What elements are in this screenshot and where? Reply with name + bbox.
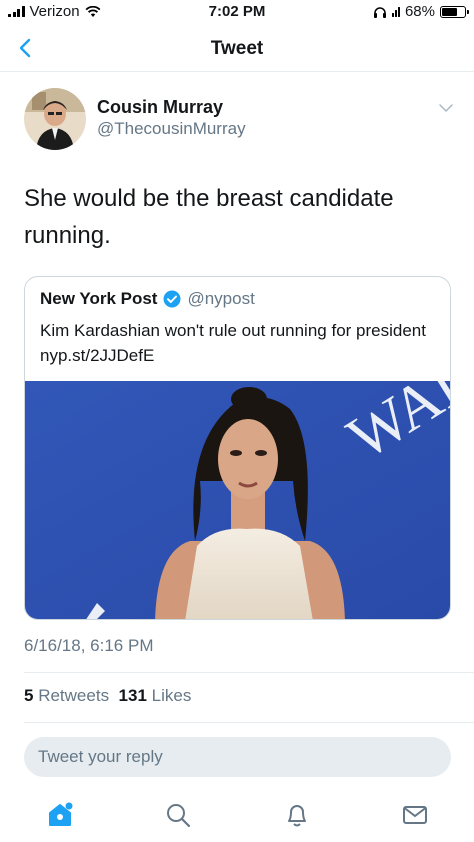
home-icon bbox=[49, 802, 73, 826]
cellular-icon bbox=[391, 6, 400, 17]
retweets-label: Retweets bbox=[38, 686, 110, 705]
divider bbox=[24, 722, 474, 723]
notifications-icon bbox=[288, 805, 306, 827]
retweets-count: 5 bbox=[24, 686, 34, 705]
divider bbox=[24, 672, 474, 673]
quoted-author-name: New York Post bbox=[40, 289, 158, 308]
tab-search[interactable] bbox=[163, 800, 193, 830]
chevron-down-icon[interactable] bbox=[438, 100, 454, 116]
messages-icon bbox=[403, 806, 427, 824]
likes-label: Likes bbox=[151, 686, 192, 705]
likes-stat[interactable]: 131 Likes bbox=[119, 686, 192, 705]
tab-bar bbox=[0, 792, 474, 842]
page-title: Tweet bbox=[210, 38, 264, 59]
tab-home[interactable] bbox=[45, 800, 75, 830]
quoted-author-handle: @nypost bbox=[187, 289, 255, 308]
likes-count: 131 bbox=[118, 686, 147, 705]
tab-messages[interactable] bbox=[400, 800, 430, 830]
verified-badge-icon bbox=[163, 290, 181, 308]
headphones-icon bbox=[373, 6, 386, 18]
battery-level bbox=[442, 7, 457, 16]
battery-icon bbox=[440, 5, 469, 18]
battery-percent: 68% bbox=[404, 3, 435, 20]
author-name[interactable]: Cousin Murray bbox=[97, 97, 223, 118]
tweet-stats: 5 Retweets 131 Likes bbox=[24, 686, 191, 706]
quoted-tweet-image[interactable]: WAI bbox=[25, 381, 451, 620]
status-right: 68% bbox=[373, 3, 469, 20]
retweets-stat[interactable]: 5 Retweets bbox=[24, 686, 109, 705]
quoted-tweet-text: Kim Kardashian won't rule out running fo… bbox=[40, 321, 426, 365]
author-handle[interactable]: @ThecousinMurray bbox=[97, 119, 246, 139]
status-bar: Verizon 7:02 PM 68% bbox=[0, 0, 474, 24]
tab-notifications[interactable] bbox=[282, 800, 312, 830]
nav-bar: Tweet bbox=[0, 28, 474, 72]
search-icon bbox=[167, 804, 191, 828]
avatar[interactable] bbox=[24, 88, 86, 150]
quoted-tweet-card[interactable]: New York Post @nypost Kim Kardashian won… bbox=[24, 276, 451, 620]
quoted-tweet-header: New York Post @nypost bbox=[40, 289, 255, 309]
reply-input[interactable]: Tweet your reply bbox=[24, 737, 451, 777]
tweet-timestamp: 6/16/18, 6:16 PM bbox=[24, 636, 154, 655]
tweet-text: She would be the breast candidate runnin… bbox=[24, 185, 394, 249]
